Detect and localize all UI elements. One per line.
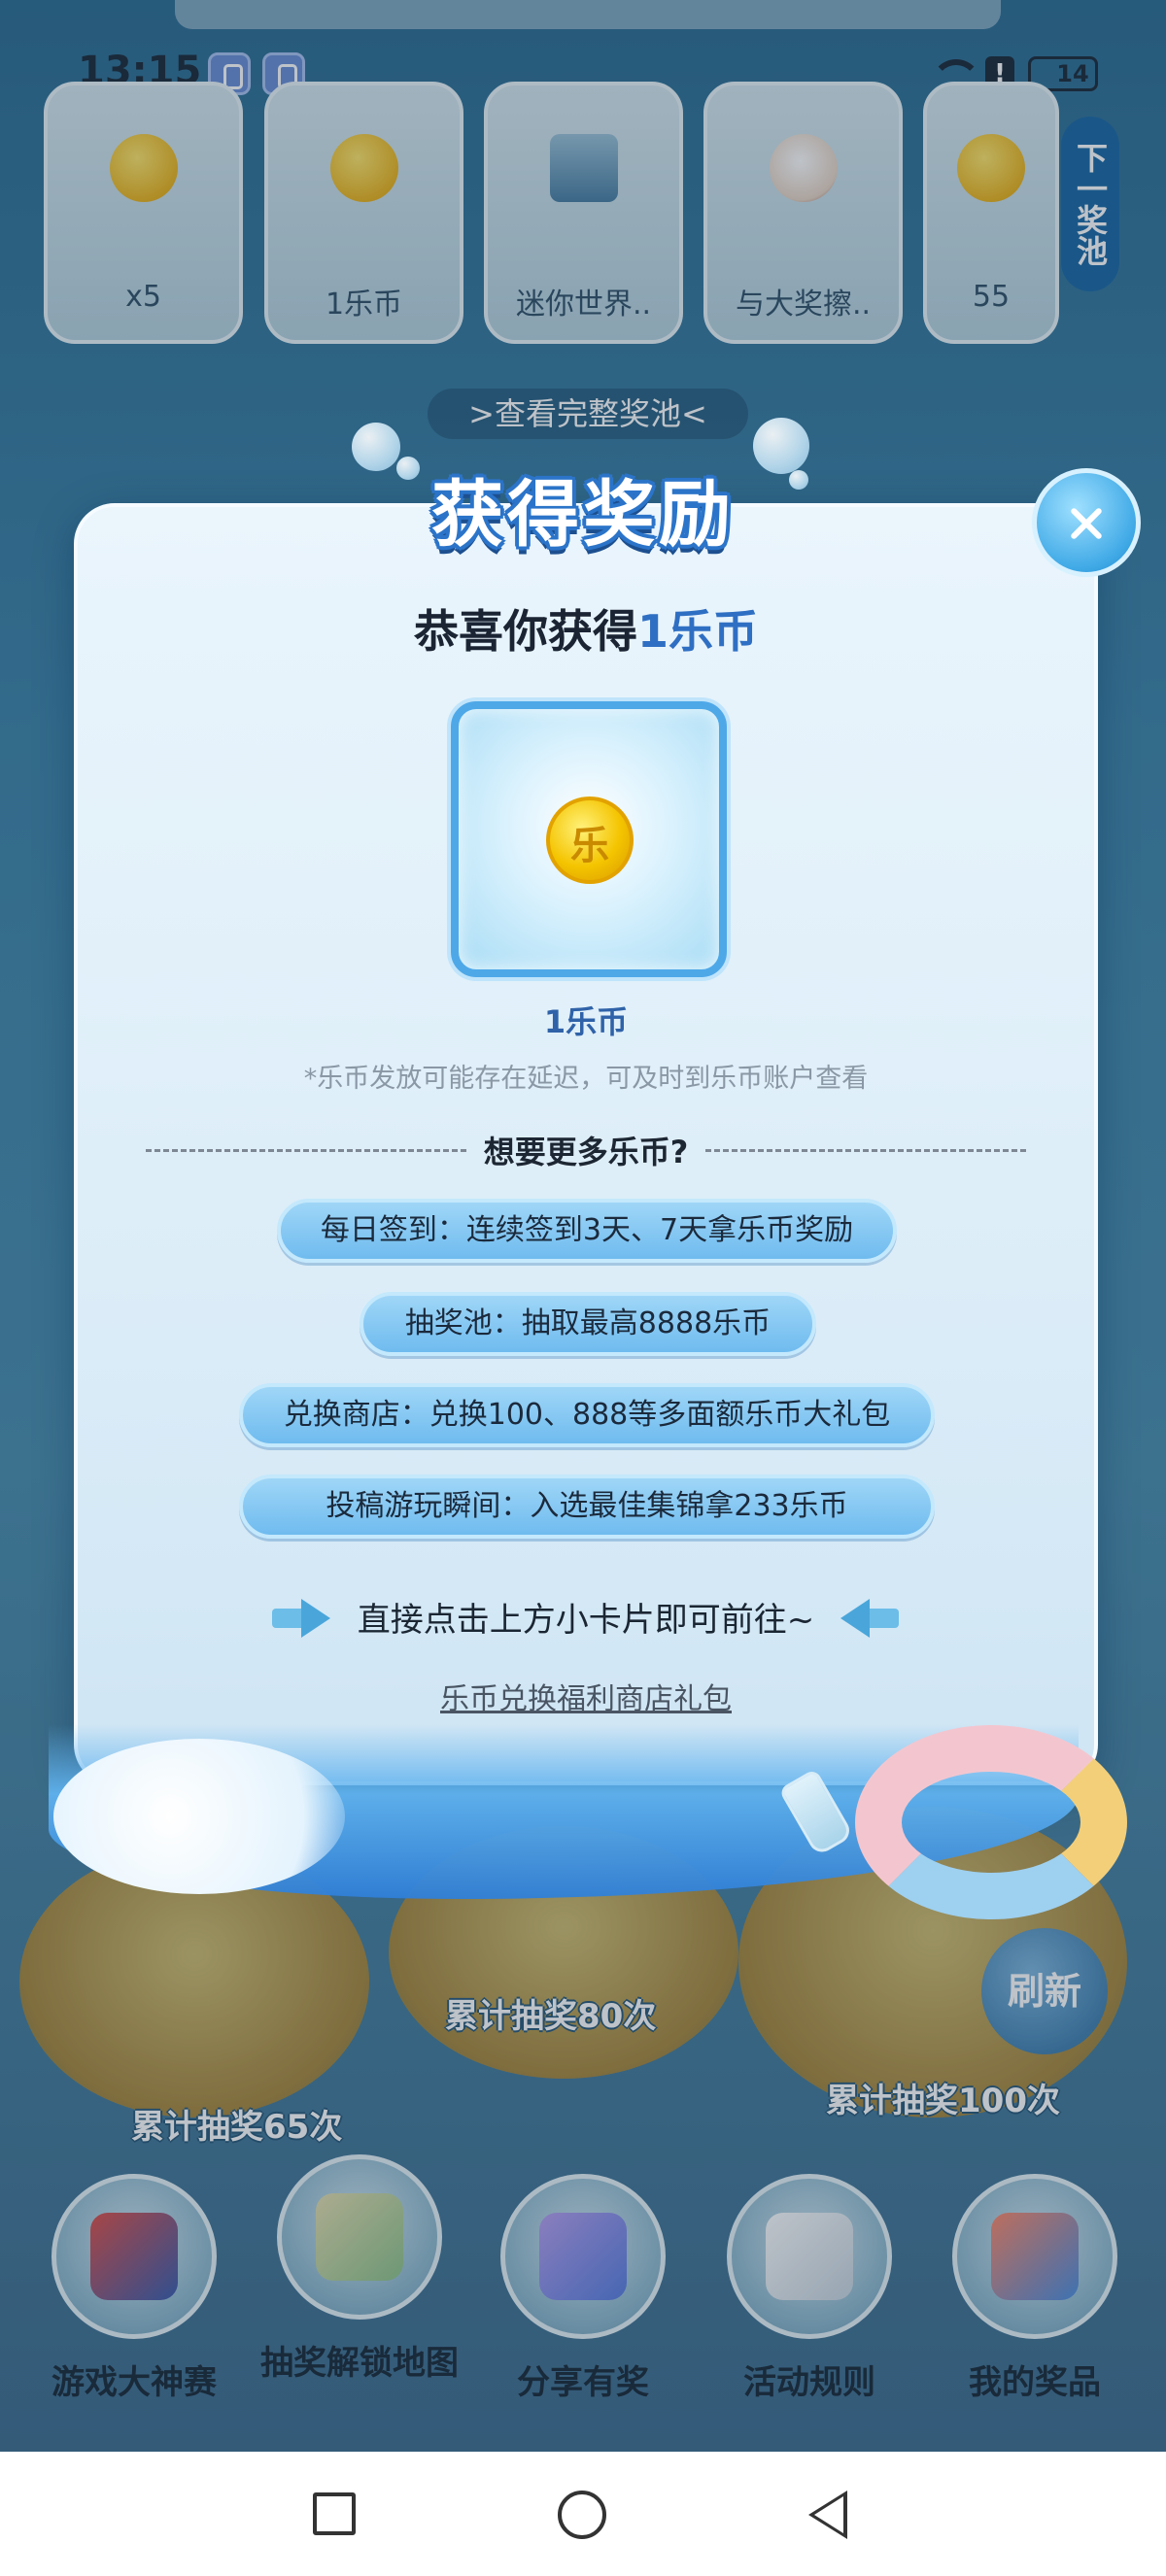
home-button[interactable] xyxy=(558,2491,606,2539)
congrats-text: 恭喜你获得1乐币 xyxy=(78,596,1094,661)
bubble-decoration xyxy=(753,418,809,474)
tip-exchange-shop: 兑换商店：兑换100、888等多面额乐币大礼包 xyxy=(239,1383,935,1447)
shop-gift-link[interactable]: 乐币兑换福利商店礼包 xyxy=(78,1675,1094,1717)
arrow-left-icon xyxy=(840,1599,899,1638)
coin-icon xyxy=(546,797,634,884)
divider-line xyxy=(705,1148,1027,1152)
congrats-prefix: 恭喜你获得 xyxy=(413,605,637,658)
more-coins-divider: 想要更多乐币? xyxy=(146,1129,1027,1171)
bubble-decoration xyxy=(789,470,808,490)
divider-line xyxy=(146,1148,466,1152)
reward-name: 1乐币 xyxy=(543,1003,629,1040)
close-button[interactable] xyxy=(1032,468,1141,577)
bubble-decoration xyxy=(396,457,420,480)
bubble-decoration xyxy=(352,423,400,471)
congrats-reward: 1乐币 xyxy=(636,605,758,658)
recent-apps-button[interactable] xyxy=(313,2492,356,2535)
hint-text: 直接点击上方小卡片即可前往~ xyxy=(357,1601,815,1640)
tip-daily-checkin: 每日签到：连续签到3天、7天拿乐币奖励 xyxy=(277,1199,897,1263)
system-back-button[interactable] xyxy=(808,2491,847,2539)
system-nav-bar xyxy=(0,2452,1166,2576)
modal-title: 获得奖励 xyxy=(431,473,735,557)
reward-modal: 恭喜你获得1乐币 1乐币 *乐币发放可能存在延迟，可及时到乐币账户查看 想要更多… xyxy=(74,503,1098,1785)
more-coins-heading: 想要更多乐币? xyxy=(483,1134,689,1170)
tip-lottery-pool: 抽奖池：抽取最高8888乐币 xyxy=(360,1292,816,1356)
tip-submit-moments: 投稿游玩瞬间：入选最佳集锦拿233乐币 xyxy=(239,1474,935,1539)
foam-decoration xyxy=(53,1739,345,1894)
reward-box xyxy=(451,701,727,977)
swim-ring-icon xyxy=(855,1725,1127,1919)
reward-note: *乐币发放可能存在延迟，可及时到乐币账户查看 xyxy=(303,1064,869,1094)
